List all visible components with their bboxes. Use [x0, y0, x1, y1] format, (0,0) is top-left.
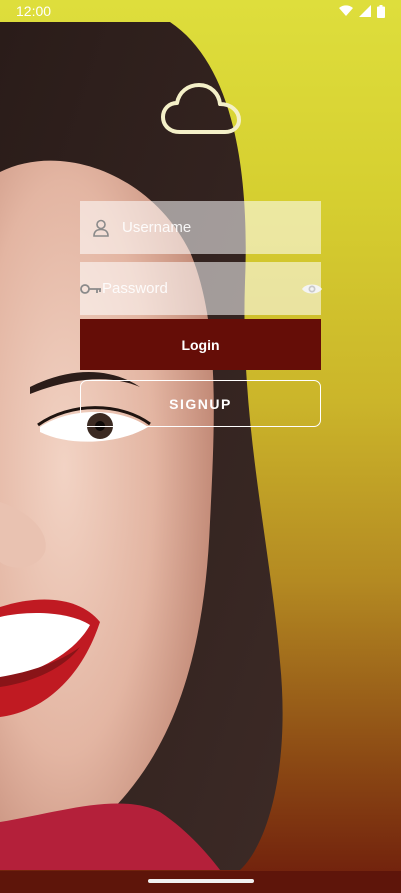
status-icons	[339, 4, 385, 18]
background-photo	[0, 22, 300, 870]
password-field[interactable]	[80, 262, 323, 315]
eye-icon[interactable]	[301, 282, 323, 296]
status-bar: 12:00	[0, 0, 401, 22]
username-field[interactable]	[80, 201, 321, 254]
login-button[interactable]: Login	[80, 319, 321, 370]
key-icon	[80, 283, 102, 295]
wifi-icon	[339, 5, 353, 16]
cloud-icon	[161, 83, 241, 134]
navigation-bar	[0, 871, 401, 893]
signup-button[interactable]: SIGNUP	[80, 380, 321, 427]
signal-icon	[359, 5, 371, 17]
login-screen: 12:00 Username Login SIGNUP	[0, 0, 401, 893]
user-icon	[80, 219, 122, 237]
password-input[interactable]	[102, 262, 301, 315]
username-input[interactable]	[122, 201, 321, 254]
battery-icon	[377, 4, 385, 18]
home-indicator[interactable]	[148, 879, 254, 883]
status-time: 12:00	[16, 3, 52, 19]
